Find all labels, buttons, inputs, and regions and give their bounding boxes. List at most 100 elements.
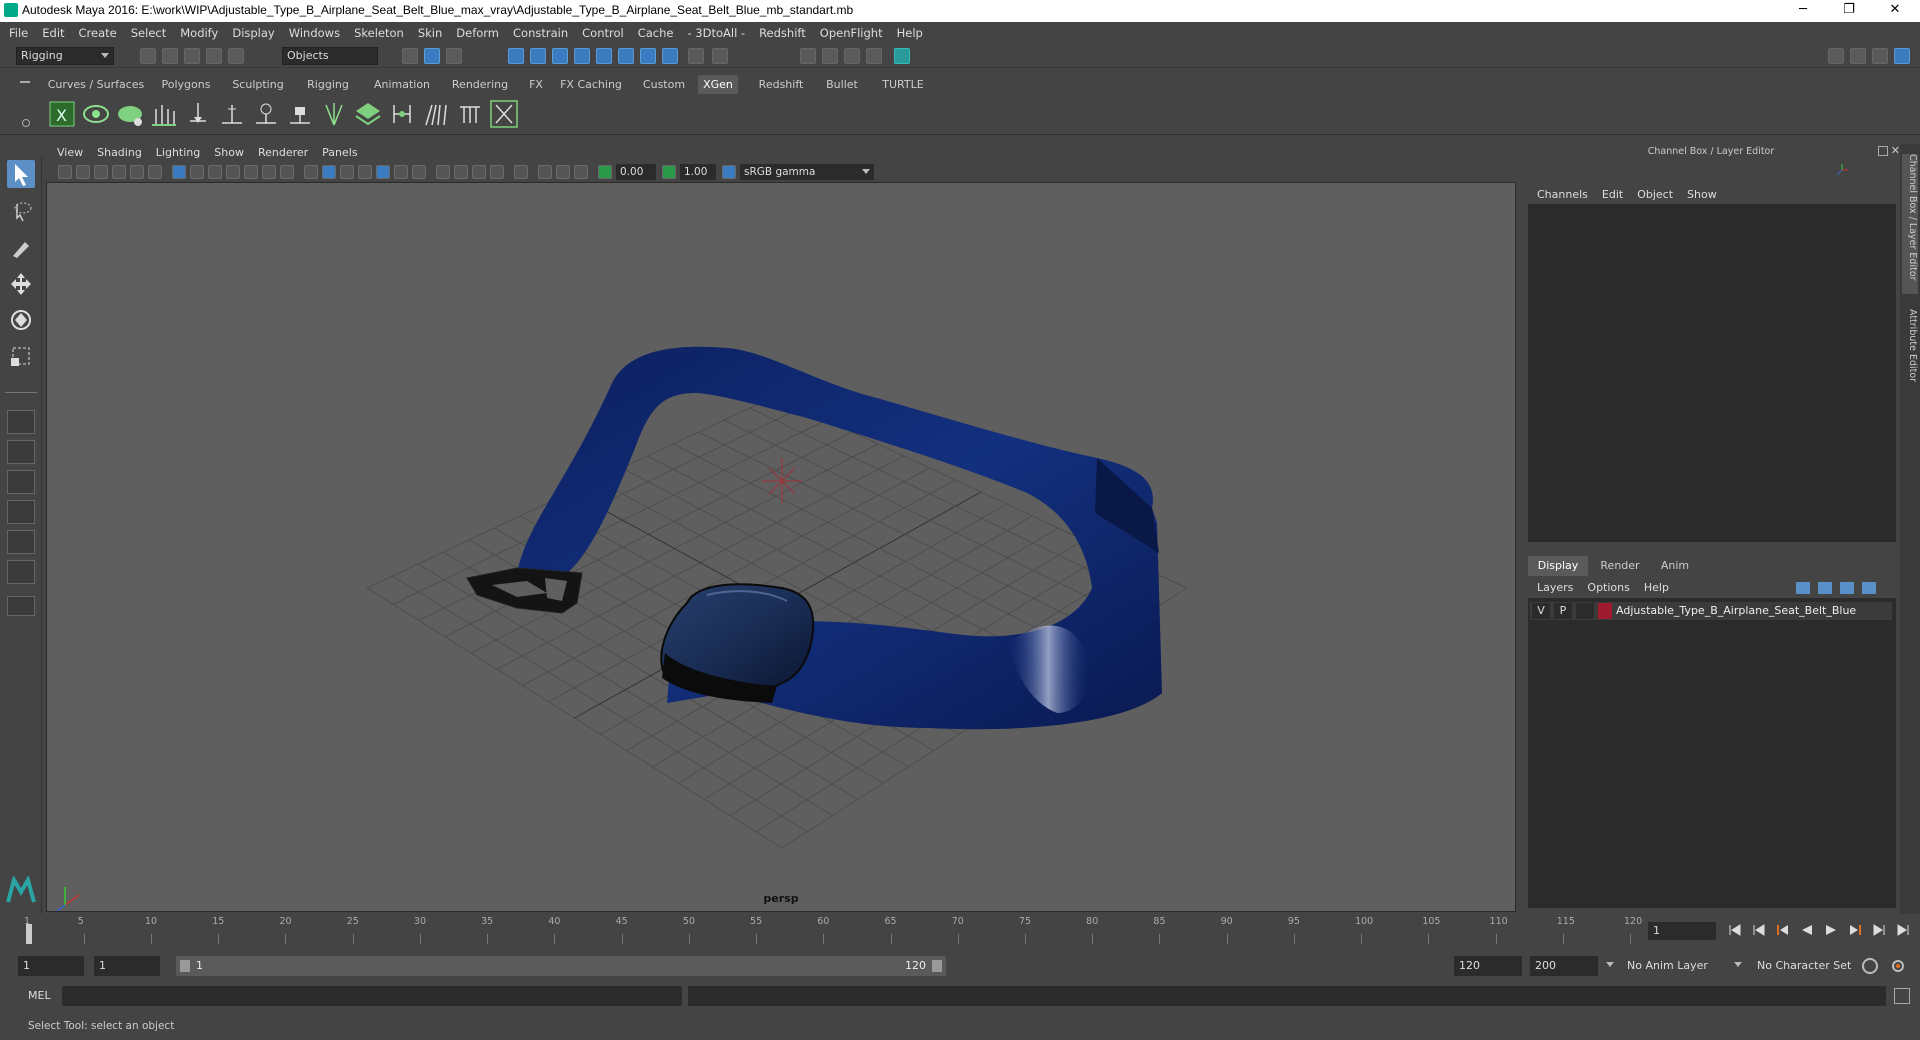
layer-color-swatch[interactable] <box>1598 603 1612 619</box>
select-tool[interactable] <box>7 160 35 188</box>
shadows-icon[interactable] <box>412 165 426 179</box>
undo-icon[interactable] <box>206 48 222 64</box>
grid-toggle-icon[interactable] <box>172 165 186 179</box>
anti-aliasing-icon[interactable] <box>472 165 486 179</box>
layer-reference-toggle[interactable] <box>1576 603 1594 619</box>
layer-row[interactable]: V P Adjustable_Type_B_Airplane_Seat_Belt… <box>1530 602 1892 620</box>
play-forward-icon[interactable] <box>1824 923 1838 937</box>
textured-icon[interactable] <box>376 165 390 179</box>
menu-control[interactable]: Control <box>575 22 631 44</box>
snap-projected-center-icon[interactable] <box>574 48 590 64</box>
command-language-label[interactable]: MEL <box>28 989 51 1002</box>
film-gate-icon[interactable] <box>190 165 204 179</box>
menu-cache[interactable]: Cache <box>631 22 681 44</box>
go-to-start-icon[interactable] <box>1728 923 1742 937</box>
xgen-rebuild-guide-icon[interactable] <box>252 99 280 129</box>
animation-start-field[interactable]: 1 <box>18 956 84 976</box>
viewport-menu-lighting[interactable]: Lighting <box>149 144 207 162</box>
layer-tab-render[interactable]: Render <box>1592 556 1648 576</box>
select-hierarchy-icon[interactable] <box>402 48 418 64</box>
shelf-tab-rigging[interactable]: Rigging <box>296 75 360 94</box>
render-view-icon[interactable] <box>894 48 910 64</box>
wireframe-on-shaded-icon[interactable] <box>358 165 372 179</box>
color-management-icon[interactable] <box>722 165 736 179</box>
menu-3dtoall[interactable]: - 3DtoAll - <box>680 22 752 44</box>
lock-icon[interactable] <box>688 48 704 64</box>
smooth-shade-icon[interactable] <box>322 165 336 179</box>
animation-preferences-icon[interactable] <box>1890 958 1906 974</box>
single-pane-layout-button[interactable] <box>7 410 35 434</box>
layer-visibility-toggle[interactable]: V <box>1532 603 1550 619</box>
lasso-tool[interactable] <box>7 198 35 226</box>
layer-menu-options[interactable]: Options <box>1580 580 1636 596</box>
snap-curve-icon[interactable] <box>530 48 546 64</box>
xgen-editor-icon[interactable]: X <box>48 99 76 129</box>
render-frame-icon[interactable] <box>800 48 816 64</box>
step-forward-key-icon[interactable] <box>1872 923 1886 937</box>
snap-point-icon[interactable] <box>552 48 568 64</box>
current-time-marker[interactable] <box>26 924 32 944</box>
shelf-tab-polygons[interactable]: Polygons <box>154 75 218 94</box>
viewport-menu-shading[interactable]: Shading <box>90 144 149 162</box>
xgen-layer-icon[interactable] <box>354 99 382 129</box>
use-all-lights-icon[interactable] <box>394 165 408 179</box>
camera-attributes-icon[interactable] <box>76 165 90 179</box>
move-tool[interactable] <box>7 270 35 298</box>
snap-view-plane-icon[interactable] <box>596 48 612 64</box>
step-back-key-icon[interactable] <box>1752 923 1766 937</box>
perspective-viewport[interactable]: persp <box>46 182 1516 912</box>
menu-set-dropdown[interactable]: Rigging <box>16 47 114 65</box>
menu-openflight[interactable]: OpenFlight <box>813 22 890 44</box>
exposure-icon[interactable] <box>598 165 612 179</box>
xgen-guide-fan-icon[interactable] <box>320 99 348 129</box>
float-panel-icon[interactable] <box>1878 146 1888 156</box>
menu-display[interactable]: Display <box>225 22 281 44</box>
side-tab-channel-box[interactable]: Channel Box / Layer Editor <box>1902 154 1918 294</box>
save-scene-icon[interactable] <box>184 48 200 64</box>
minimize-button[interactable]: ─ <box>1780 0 1826 22</box>
modeling-toolkit-icon[interactable] <box>1850 48 1866 64</box>
shelf-tab-animation[interactable]: Animation <box>366 75 438 94</box>
range-slider[interactable]: 1 120 <box>176 956 946 976</box>
shelf-tab-bullet[interactable]: Bullet <box>818 75 866 94</box>
gate-mask-icon[interactable] <box>226 165 240 179</box>
shelf-gear-icon[interactable] <box>22 119 30 127</box>
select-object-icon[interactable] <box>424 48 440 64</box>
history-icon[interactable] <box>712 48 728 64</box>
menu-help[interactable]: Help <box>890 22 930 44</box>
selection-mode-dropdown[interactable]: Objects <box>282 47 378 65</box>
safe-title-icon[interactable] <box>280 165 294 179</box>
auto-key-icon[interactable] <box>1862 958 1878 974</box>
make-live-icon[interactable] <box>618 48 634 64</box>
outliner-persp-layout-button[interactable] <box>7 530 35 554</box>
xgen-preview-icon[interactable] <box>82 99 110 129</box>
2d-pan-zoom-icon[interactable] <box>130 165 144 179</box>
xgen-guide-length-icon[interactable] <box>218 99 246 129</box>
shelf-tab-fx-caching[interactable]: FX Caching <box>552 75 630 94</box>
gamma-field[interactable]: 1.00 <box>680 164 716 180</box>
menu-skin[interactable]: Skin <box>411 22 449 44</box>
redo-icon[interactable] <box>228 48 244 64</box>
channel-box-toggle-icon[interactable] <box>1894 48 1910 64</box>
gamma-icon[interactable] <box>662 165 676 179</box>
playback-start-field[interactable]: 1 <box>94 956 160 976</box>
new-empty-layer-icon[interactable] <box>1840 582 1854 594</box>
viewport-menu-panels[interactable]: Panels <box>315 144 364 162</box>
menu-modify[interactable]: Modify <box>173 22 225 44</box>
menu-redshift[interactable]: Redshift <box>752 22 813 44</box>
xgen-lock-guide-icon[interactable] <box>286 99 314 129</box>
time-slider[interactable]: 1 5 10 15 20 25 30 35 40 45 50 55 60 65 70 75 80 85 90 95 10… <box>22 914 1642 946</box>
render-settings-icon[interactable] <box>844 48 860 64</box>
shelf-tab-custom[interactable]: Custom <box>636 75 692 94</box>
animation-end-field[interactable]: 200 <box>1530 956 1598 976</box>
shelf-tab-sculpting[interactable]: Sculpting <box>226 75 290 94</box>
range-end-handle[interactable] <box>932 960 942 972</box>
anim-layer-dropdown[interactable]: No Anim Layer <box>1622 956 1738 976</box>
bookmark-icon[interactable] <box>94 165 108 179</box>
motion-blur-icon[interactable] <box>454 165 468 179</box>
layer-menu-help[interactable]: Help <box>1637 580 1676 596</box>
scale-tool[interactable] <box>7 342 35 370</box>
channel-box-menu-channels[interactable]: Channels <box>1530 184 1595 206</box>
use-default-material-icon[interactable] <box>340 165 354 179</box>
close-panel-icon[interactable]: ✕ <box>1891 144 1900 157</box>
